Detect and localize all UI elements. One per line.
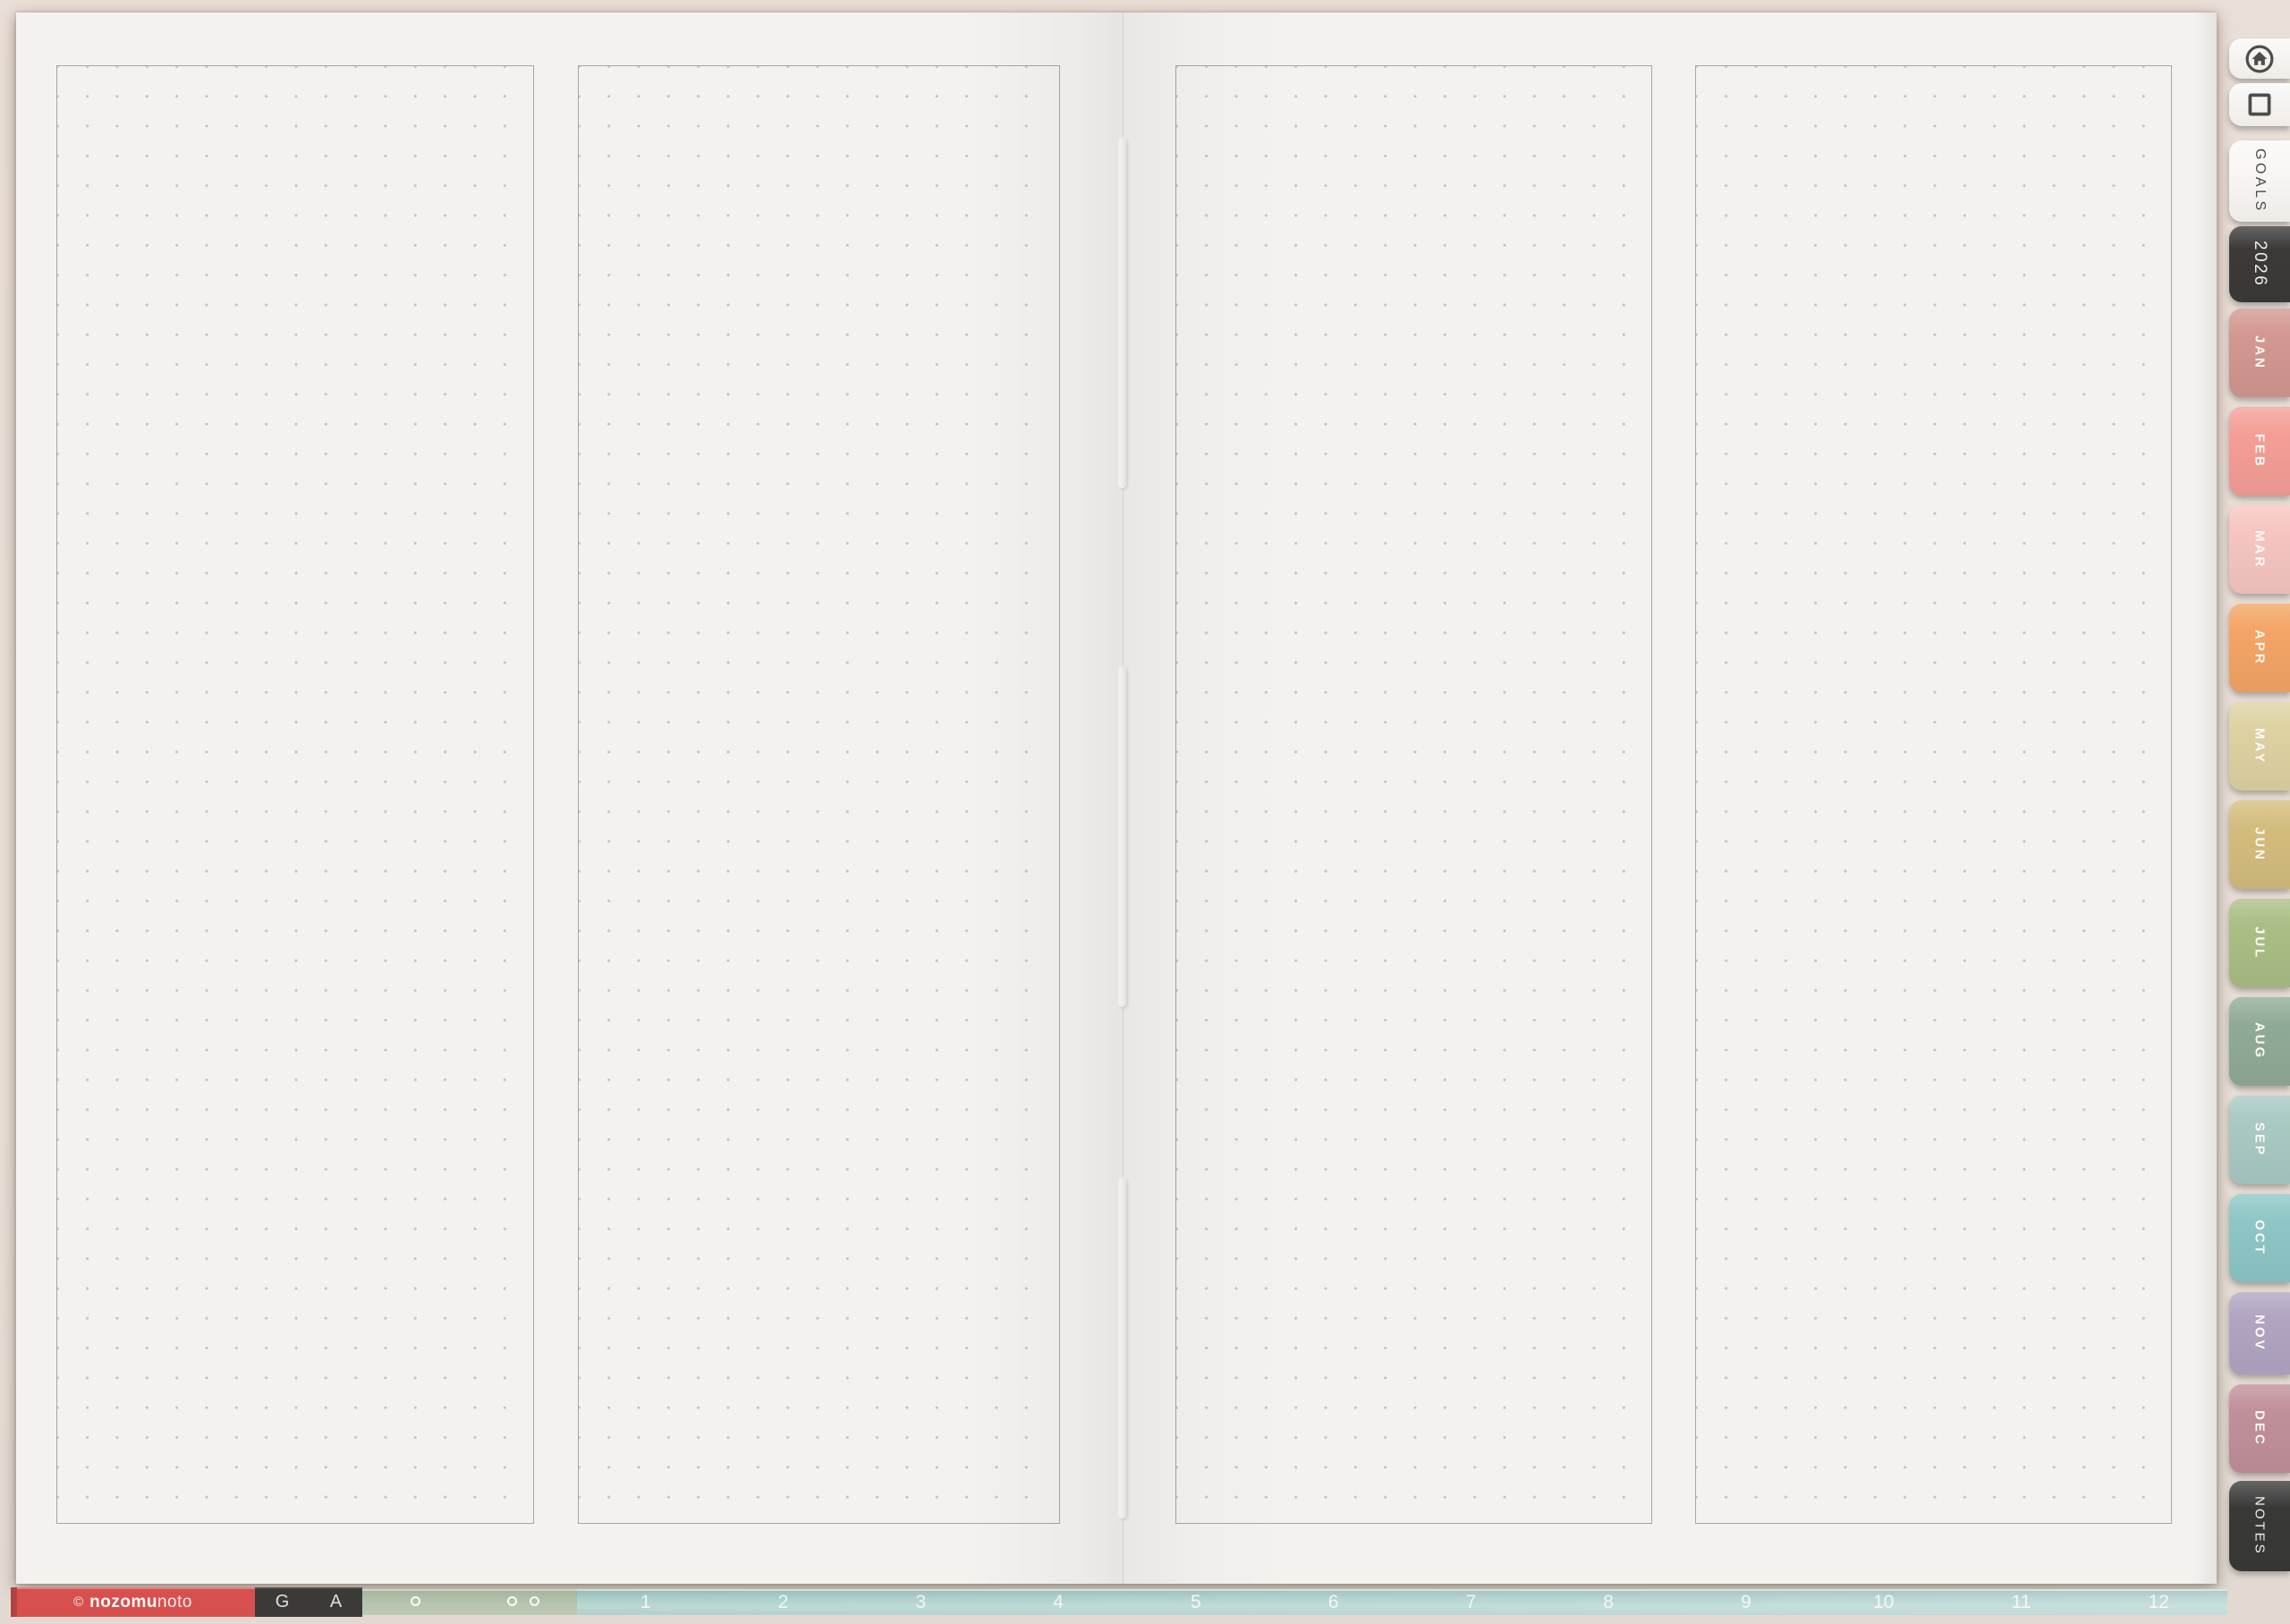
month-page-link-9[interactable]: 9 xyxy=(1677,1589,1815,1615)
tab-jul[interactable]: JUL xyxy=(2229,899,2290,987)
tab-feb[interactable]: FEB xyxy=(2229,407,2290,495)
tab-jun[interactable]: JUN xyxy=(2229,800,2290,889)
dot-grid xyxy=(1696,66,2157,1509)
tab-label: APR xyxy=(2252,630,2268,666)
dot-grid xyxy=(579,66,1045,1509)
tab-aug[interactable]: AUG xyxy=(2229,997,2290,1086)
tab-label: DEC xyxy=(2252,1410,2268,1447)
footer-link-g[interactable]: G xyxy=(276,1592,290,1612)
spine-binding-segment xyxy=(1118,1178,1126,1518)
tab-label: JUN xyxy=(2252,826,2268,862)
footer-letter-links: G A xyxy=(255,1587,362,1617)
brand-ring-icon[interactable] xyxy=(530,1596,539,1606)
planner-spread xyxy=(16,13,2217,1584)
note-panel-right-inner[interactable] xyxy=(1175,65,1652,1524)
tab-sep[interactable]: SEP xyxy=(2229,1095,2290,1184)
month-page-link-3[interactable]: 3 xyxy=(852,1589,990,1615)
tab-may[interactable]: MAY xyxy=(2229,702,2290,791)
tab-label: JUL xyxy=(2252,926,2268,960)
month-page-link-5[interactable]: 5 xyxy=(1127,1589,1265,1615)
month-number-strip: 1 2 3 4 5 6 7 8 9 10 11 12 xyxy=(577,1589,2227,1615)
tab-label: NOV xyxy=(2252,1315,2268,1352)
month-page-link-12[interactable]: 12 xyxy=(2090,1589,2227,1615)
tab-label: GOALS xyxy=(2252,148,2268,214)
note-panel-right-outer[interactable] xyxy=(1695,65,2172,1524)
tab-jan[interactable]: JAN xyxy=(2229,309,2290,397)
tab-label: NOTES xyxy=(2252,1496,2268,1556)
brand-copyright: © nozomu noto xyxy=(11,1587,255,1617)
brand-ring-icon[interactable] xyxy=(507,1596,517,1606)
planner-app: © nozomu noto G A 1 2 3 4 5 6 7 8 9 10 1… xyxy=(0,0,2290,1624)
page-edge-shading xyxy=(2193,13,2217,1584)
dot-grid xyxy=(57,66,519,1509)
footer-link-a[interactable]: A xyxy=(330,1592,342,1612)
month-page-link-11[interactable]: 11 xyxy=(1953,1589,2091,1615)
month-page-link-8[interactable]: 8 xyxy=(1539,1589,1677,1615)
tab-dec[interactable]: DEC xyxy=(2229,1384,2290,1473)
tab-2026[interactable]: 2026 xyxy=(2229,226,2290,302)
month-page-link-7[interactable]: 7 xyxy=(1403,1589,1540,1615)
note-panel-left-outer[interactable] xyxy=(56,65,534,1524)
month-page-link-1[interactable]: 1 xyxy=(577,1589,715,1615)
tab-label: MAY xyxy=(2252,728,2268,765)
tab-mar[interactable]: MAR xyxy=(2229,505,2290,594)
tab-label: JAN xyxy=(2252,334,2268,370)
tab-notes[interactable]: NOTES xyxy=(2229,1481,2290,1571)
month-page-link-10[interactable]: 10 xyxy=(1815,1589,1953,1615)
footer-ring-links xyxy=(362,1589,577,1615)
brand-ring-icon[interactable] xyxy=(411,1596,420,1606)
square-icon xyxy=(2248,93,2271,116)
tab-apr[interactable]: APR xyxy=(2229,604,2290,692)
month-page-link-6[interactable]: 6 xyxy=(1265,1589,1403,1615)
copyright-symbol: © xyxy=(73,1594,84,1610)
month-page-link-4[interactable]: 4 xyxy=(989,1589,1127,1615)
tab-label: AUG xyxy=(2252,1022,2268,1061)
cover-tab[interactable] xyxy=(2229,83,2290,126)
tab-oct[interactable]: OCT xyxy=(2229,1194,2290,1282)
brand-name-light: noto xyxy=(157,1592,192,1611)
tab-label: 2026 xyxy=(2251,241,2269,288)
tab-goals[interactable]: GOALS xyxy=(2229,140,2290,222)
dot-grid xyxy=(1176,66,1637,1509)
spine-binding-segment xyxy=(1118,666,1126,1007)
brand-name-bold: nozomu xyxy=(89,1592,157,1611)
tab-label: SEP xyxy=(2252,1121,2268,1157)
tab-label: MAR xyxy=(2252,529,2268,570)
tab-nov[interactable]: NOV xyxy=(2229,1292,2290,1374)
home-icon xyxy=(2245,45,2274,72)
tab-label: OCT xyxy=(2252,1220,2268,1256)
ribbon-fold xyxy=(11,1587,17,1617)
footer-bar: © nozomu noto G A 1 2 3 4 5 6 7 8 9 10 1… xyxy=(11,1587,2227,1624)
month-page-link-2[interactable]: 2 xyxy=(715,1589,852,1615)
note-panel-left-inner[interactable] xyxy=(578,65,1060,1524)
tab-label: FEB xyxy=(2252,434,2268,469)
home-tab[interactable] xyxy=(2229,38,2290,79)
spine-binding-segment xyxy=(1118,138,1126,488)
